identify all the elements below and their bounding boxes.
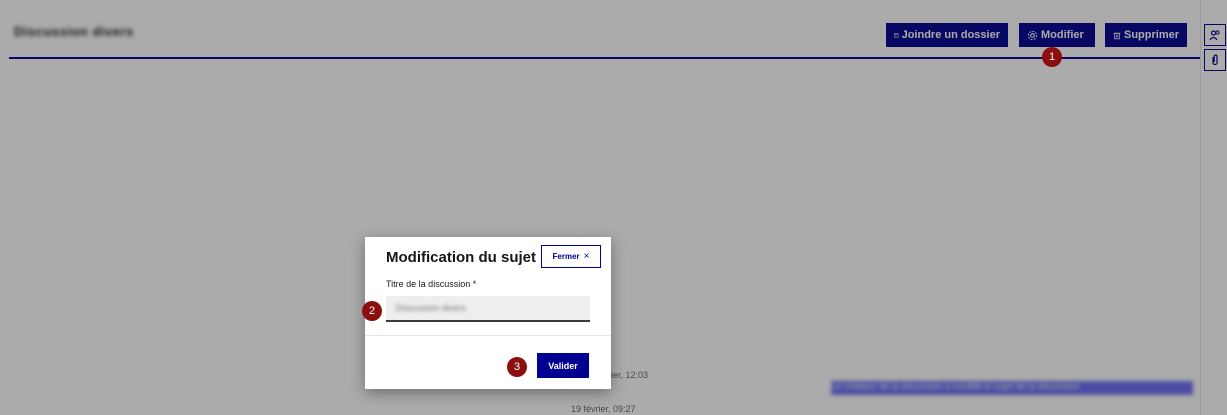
close-button[interactable]: Fermer × <box>541 245 601 268</box>
close-label: Fermer <box>552 252 580 261</box>
discussion-title-value: Discussion divers <box>396 303 467 313</box>
discussion-title-label: Titre de la discussion * <box>386 279 476 289</box>
dialog-title: Modification du sujet <box>386 249 536 266</box>
step-marker-2: 2 <box>362 301 382 321</box>
step-marker-3: 3 <box>507 357 527 377</box>
validate-button[interactable]: Valider <box>537 353 589 378</box>
edit-subject-dialog: Modification du sujet Fermer × Titre de … <box>365 237 611 389</box>
field-label-text: Titre de la discussion <box>386 279 471 289</box>
dialog-footer-divider <box>365 335 611 336</box>
close-icon: × <box>583 251 590 262</box>
step-marker-1: 1 <box>1042 47 1062 67</box>
required-marker: * <box>472 279 477 289</box>
